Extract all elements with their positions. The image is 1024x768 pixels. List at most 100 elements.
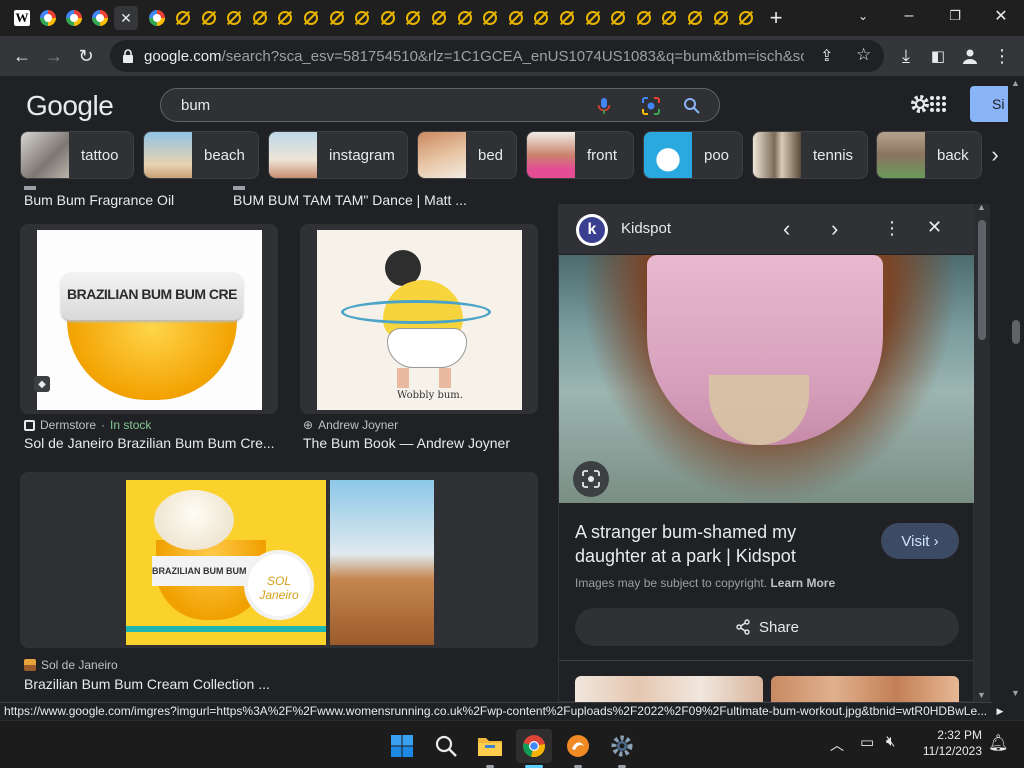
menu-kebab-icon[interactable]: ⋮ [986, 40, 1018, 72]
related-image[interactable] [575, 676, 763, 702]
tab-blocked-site[interactable] [427, 6, 451, 30]
lens-search-button[interactable] [573, 461, 609, 497]
apps-grid-icon[interactable] [928, 94, 948, 114]
chip-poo[interactable]: poo [643, 131, 743, 179]
back-button[interactable]: ← [6, 40, 38, 72]
scroll-up-arrow-icon[interactable]: ▲ [977, 202, 986, 212]
chip-beach[interactable]: beach [143, 131, 259, 179]
tab-blocked-site[interactable] [350, 6, 374, 30]
preview-site-name[interactable]: Kidspot [621, 220, 671, 237]
close-preview-icon[interactable]: ✕ [927, 217, 942, 238]
scroll-down-arrow-icon[interactable]: ▼ [1011, 688, 1020, 698]
page-scrollbar[interactable]: ▲ ▼ [1008, 76, 1024, 720]
new-tab-button[interactable]: + [764, 5, 788, 30]
sign-in-button[interactable]: Si [970, 86, 1008, 122]
chip-instagram[interactable]: instagram [268, 131, 408, 179]
previous-arrow-icon[interactable]: ‹ [783, 216, 790, 242]
network-icon[interactable]: ▭ [860, 733, 874, 751]
kidspot-logo[interactable]: k [576, 214, 608, 246]
learn-more-link[interactable]: Learn More [770, 576, 835, 590]
preview-scrollbar[interactable]: ▲ ▼ [974, 202, 990, 702]
tab-blocked-site[interactable] [325, 6, 349, 30]
chips-next-arrow-icon[interactable]: › [982, 131, 1008, 179]
mic-icon[interactable] [597, 97, 611, 115]
result-title[interactable]: BUM BUM TAM TAM" Dance | Matt ... [233, 192, 533, 208]
reload-button[interactable]: ↻ [70, 40, 102, 72]
app-taskbar-button[interactable] [560, 729, 596, 768]
search-taskbar-button[interactable] [428, 729, 464, 763]
lens-camera-icon[interactable] [641, 96, 661, 116]
next-arrow-icon[interactable]: › [831, 216, 838, 242]
tab-blocked-site[interactable] [273, 6, 297, 30]
chip-tattoo[interactable]: tattoo [20, 131, 134, 179]
volume-muted-icon[interactable]: 🔇︎ [886, 733, 895, 750]
tab-blocked-site[interactable] [657, 6, 681, 30]
result-image-card[interactable]: Wobbly bum. [300, 224, 538, 414]
chrome-taskbar-button[interactable] [516, 729, 552, 768]
tab-close-active[interactable]: ✕ [114, 6, 138, 30]
chip-tennis[interactable]: tennis [752, 131, 868, 179]
tab-blocked-site[interactable] [376, 6, 400, 30]
settings-taskbar-button[interactable] [604, 729, 640, 768]
chip-back[interactable]: back [876, 131, 982, 179]
tab-blocked-site[interactable] [401, 6, 425, 30]
tab-blocked-site[interactable] [555, 6, 579, 30]
tab-blocked-site[interactable] [504, 6, 528, 30]
address-bar[interactable]: google.com/search?sca_esv=581754510&rlz=… [110, 40, 884, 72]
more-options-icon[interactable]: ⋮ [883, 218, 901, 239]
tab-blocked-site[interactable] [248, 6, 272, 30]
tab-google-2[interactable] [62, 6, 86, 30]
related-image[interactable] [771, 676, 959, 702]
page-scroll-thumb[interactable] [1012, 320, 1020, 344]
file-explorer-button[interactable] [472, 729, 508, 768]
tab-google-1[interactable] [36, 6, 60, 30]
system-clock[interactable]: 2:32 PM 11/12/2023 [912, 727, 982, 759]
preview-scroll-thumb[interactable] [978, 220, 986, 340]
tab-blocked-site[interactable] [453, 6, 477, 30]
tab-blocked-site[interactable] [632, 6, 656, 30]
tab-blocked-site[interactable] [197, 6, 221, 30]
search-icon[interactable] [683, 97, 701, 115]
result-title[interactable]: Brazilian Bum Bum Cream Collection ... [24, 676, 294, 692]
restore-button[interactable]: ❐ [932, 0, 978, 32]
side-panel-icon[interactable]: ◧ [922, 40, 954, 72]
tab-google-3[interactable] [88, 6, 112, 30]
tab-google-4[interactable] [145, 6, 169, 30]
result-image-card[interactable]: BRAZILIAN BUM BUM CREAM SOL Janeiro [20, 472, 538, 648]
visit-button[interactable]: Visit › [881, 523, 959, 559]
tab-blocked-site[interactable] [683, 6, 707, 30]
show-hidden-icons-chevron-icon[interactable]: ︿ [830, 735, 844, 755]
result-title[interactable]: The Bum Book — Andrew Joyner [303, 435, 543, 451]
tab-blocked-site[interactable] [171, 6, 195, 30]
minimize-button[interactable]: – [886, 0, 932, 32]
result-image-card[interactable]: BRAZILIAN BUM BUM CREAM ◆ [20, 224, 278, 414]
forward-button[interactable]: → [38, 40, 70, 72]
search-input[interactable]: bum [160, 88, 720, 122]
tab-blocked-site[interactable] [299, 6, 323, 30]
scroll-up-arrow-icon[interactable]: ▲ [1011, 78, 1020, 88]
scroll-down-arrow-icon[interactable]: ▼ [977, 690, 986, 700]
chip-bed[interactable]: bed [417, 131, 517, 179]
download-icon[interactable]: ⤓ [890, 40, 922, 72]
google-logo[interactable]: Google [26, 90, 114, 122]
tab-blocked-site[interactable] [529, 6, 553, 30]
share-button[interactable]: Share [575, 608, 959, 646]
tab-blocked-site[interactable] [478, 6, 502, 30]
preview-image[interactable] [559, 255, 975, 503]
tab-wikipedia[interactable]: W [10, 6, 34, 30]
result-title[interactable]: Sol de Janeiro Brazilian Bum Bum Cre... [24, 435, 278, 451]
tab-blocked-site[interactable] [606, 6, 630, 30]
start-button[interactable] [384, 729, 420, 763]
search-query[interactable]: bum [181, 97, 210, 114]
scroll-right-arrow-icon[interactable]: ▶ [992, 702, 1008, 720]
result-title[interactable]: Bum Bum Fragrance Oil [24, 192, 214, 208]
preview-title[interactable]: A stranger bum-shamed my daughter at a p… [575, 520, 796, 568]
bookmark-star-icon[interactable]: ☆ [856, 45, 871, 65]
tab-blocked-site[interactable] [709, 6, 733, 30]
tab-blocked-site[interactable] [581, 6, 605, 30]
tab-blocked-site[interactable] [734, 6, 758, 30]
chip-front[interactable]: front [526, 131, 634, 179]
close-window-button[interactable]: ✕ [978, 0, 1024, 32]
tab-search-icon[interactable]: ⌄ [840, 0, 886, 32]
share-page-icon[interactable]: ⇪ [820, 46, 833, 66]
